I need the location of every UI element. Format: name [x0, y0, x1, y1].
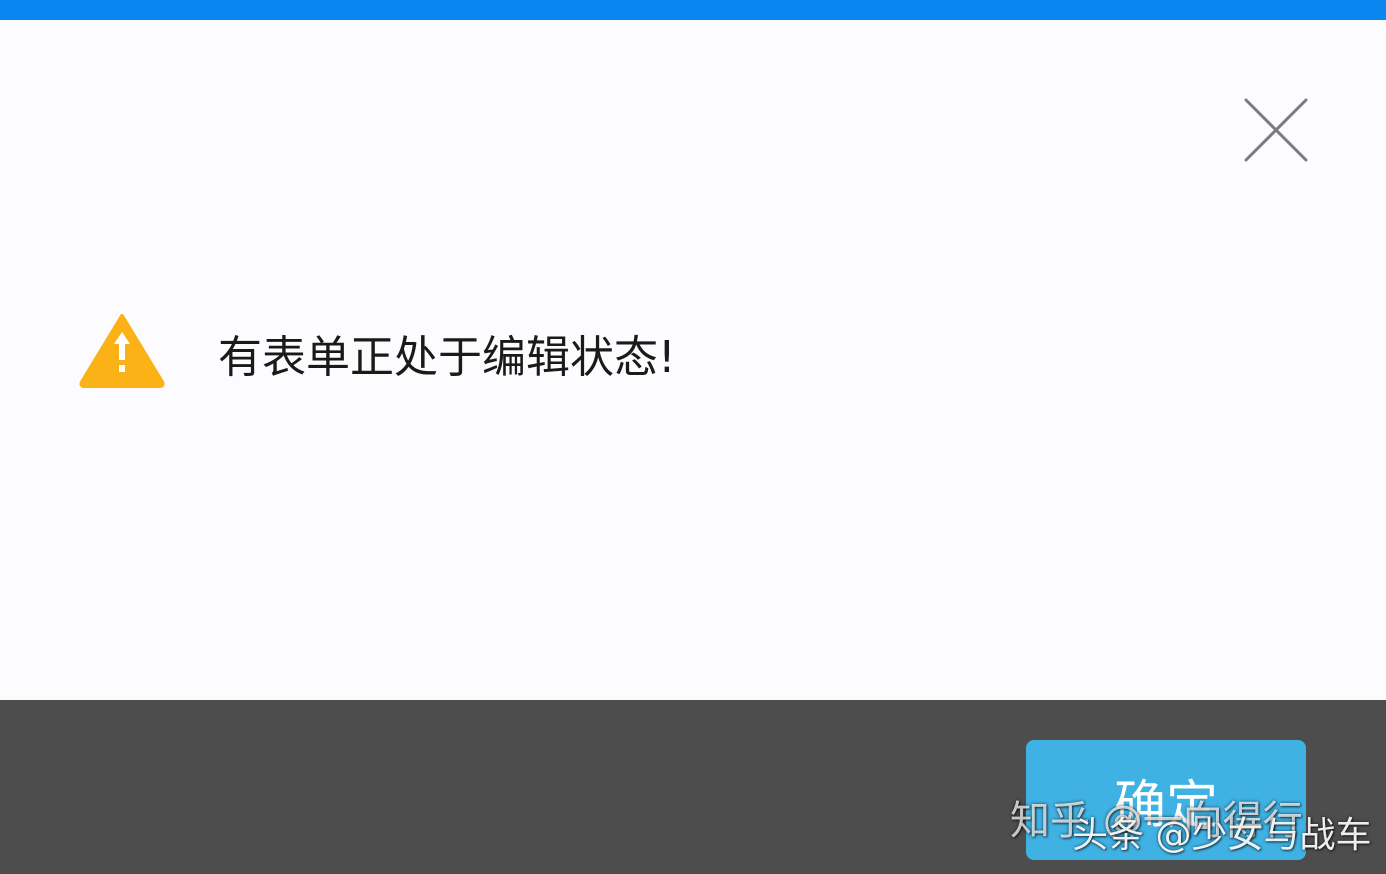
close-button[interactable] — [1242, 96, 1310, 164]
dialog-title-bar — [0, 0, 1386, 20]
close-icon — [1244, 98, 1308, 162]
warning-icon — [78, 312, 166, 388]
dialog-body — [0, 20, 1386, 700]
alert-dialog: 有表单正处于编辑状态! 确定 知乎 @一向得行 头条 @少女与战车 — [0, 0, 1386, 874]
dialog-message: 有表单正处于编辑状态! — [218, 332, 676, 383]
ok-button[interactable]: 确定 — [1026, 740, 1306, 860]
